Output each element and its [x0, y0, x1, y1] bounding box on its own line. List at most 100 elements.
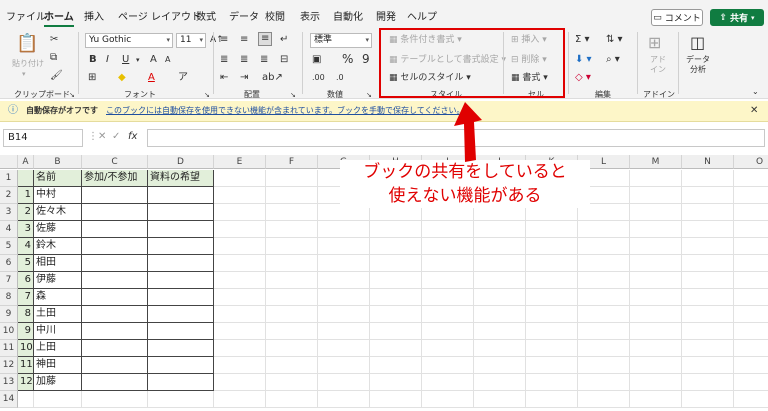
cell[interactable] [82, 391, 148, 408]
name-cell[interactable]: 佐々木 [34, 204, 82, 221]
cell[interactable] [214, 391, 266, 408]
cell[interactable] [82, 204, 148, 221]
cell[interactable] [682, 340, 734, 357]
addin-icon[interactable]: ⊞ [648, 34, 661, 52]
decrease-font-size-icon[interactable]: A [165, 54, 170, 66]
cell[interactable] [266, 391, 318, 408]
sort-filter-icon[interactable]: ⇅ ▾ [606, 34, 623, 46]
cell[interactable] [734, 391, 768, 408]
name-cell[interactable]: 神田 [34, 357, 82, 374]
name-cell[interactable]: 佐藤 [34, 221, 82, 238]
cell[interactable] [734, 187, 768, 204]
font-name-select[interactable]: Yu Gothic ▾ [85, 33, 173, 48]
cell[interactable] [370, 289, 422, 306]
cell[interactable] [266, 170, 318, 187]
cell[interactable] [578, 221, 630, 238]
cell[interactable] [682, 221, 734, 238]
cell[interactable] [82, 221, 148, 238]
cell[interactable] [370, 272, 422, 289]
row-header[interactable]: 12 [0, 357, 18, 374]
number-cell[interactable]: 8 [18, 306, 34, 323]
cell[interactable] [318, 255, 370, 272]
cell[interactable] [630, 306, 682, 323]
cell[interactable] [682, 357, 734, 374]
comma-icon[interactable]: 9 [362, 53, 370, 65]
cell[interactable] [422, 391, 474, 408]
cell[interactable] [82, 374, 148, 391]
cell[interactable] [526, 340, 578, 357]
column-header[interactable]: D [148, 155, 214, 169]
cell[interactable] [148, 391, 214, 408]
row-header[interactable]: 6 [0, 255, 18, 272]
cell[interactable] [578, 238, 630, 255]
column-header[interactable]: F [266, 155, 318, 169]
select-all-corner[interactable] [0, 155, 18, 169]
cell[interactable] [318, 357, 370, 374]
number-cell[interactable]: 12 [18, 374, 34, 391]
close-icon[interactable]: ✕ [750, 105, 758, 117]
cell[interactable] [214, 323, 266, 340]
tab-review[interactable]: 校閲 [265, 8, 285, 23]
column-header[interactable]: N [682, 155, 734, 169]
name-cell[interactable]: 鈴木 [34, 238, 82, 255]
column-header[interactable]: M [630, 155, 682, 169]
row-header[interactable]: 4 [0, 221, 18, 238]
font-color-icon[interactable]: A [148, 72, 155, 84]
cell[interactable] [682, 272, 734, 289]
underline-button[interactable]: U [122, 54, 129, 66]
tab-view[interactable]: 表示 [300, 8, 320, 23]
cell[interactable] [422, 221, 474, 238]
cell[interactable] [266, 306, 318, 323]
cell[interactable] [370, 221, 422, 238]
align-right-icon[interactable]: ≣ [260, 54, 268, 66]
number-format-select[interactable]: 標準 ▾ [310, 33, 372, 48]
cell[interactable] [82, 340, 148, 357]
decrease-indent-icon[interactable]: ⇤ [220, 72, 228, 84]
copy-icon[interactable]: ⧉ [50, 52, 57, 64]
cell[interactable] [266, 357, 318, 374]
tab-insert[interactable]: 挿入 [84, 8, 104, 23]
cell[interactable] [474, 255, 526, 272]
cell[interactable] [266, 238, 318, 255]
tab-home[interactable]: ホーム [44, 8, 74, 27]
cell[interactable] [214, 221, 266, 238]
cell[interactable] [734, 306, 768, 323]
cell[interactable] [148, 289, 214, 306]
cell[interactable] [474, 221, 526, 238]
cell[interactable] [148, 272, 214, 289]
format-painter-icon[interactable]: 🖌 [50, 70, 63, 82]
increase-indent-icon[interactable]: ⇥ [240, 72, 248, 84]
align-bottom-icon[interactable]: ≡ [258, 32, 273, 46]
cell[interactable] [82, 357, 148, 374]
row-header[interactable]: 10 [0, 323, 18, 340]
cell[interactable] [266, 204, 318, 221]
cell[interactable] [148, 238, 214, 255]
cell[interactable] [148, 306, 214, 323]
column-header[interactable]: A [18, 155, 34, 169]
fill-icon[interactable]: ⬇ ▾ [575, 54, 592, 66]
cell[interactable] [370, 238, 422, 255]
orientation-icon[interactable]: ab↗ [262, 72, 283, 84]
header-cell[interactable]: 参加/不参加 [82, 170, 148, 187]
cell[interactable] [578, 289, 630, 306]
cell[interactable] [630, 187, 682, 204]
wrap-text-icon[interactable]: ↵ [280, 34, 288, 46]
name-cell[interactable]: 中川 [34, 323, 82, 340]
cell[interactable] [526, 323, 578, 340]
cell[interactable] [82, 238, 148, 255]
number-cell[interactable]: 1 [18, 187, 34, 204]
currency-icon[interactable]: ▣ [312, 54, 321, 66]
cell[interactable] [214, 272, 266, 289]
cell[interactable] [734, 170, 768, 187]
cell[interactable] [82, 323, 148, 340]
increase-font-size-icon[interactable]: A [150, 54, 157, 66]
align-center-icon[interactable]: ≣ [240, 54, 248, 66]
header-cell[interactable]: 資料の希望 [148, 170, 214, 187]
find-icon[interactable]: ⌕ ▾ [606, 54, 620, 66]
tab-help[interactable]: ヘルプ [407, 8, 437, 23]
cell[interactable] [370, 374, 422, 391]
cell[interactable] [630, 170, 682, 187]
cell[interactable] [82, 272, 148, 289]
cell[interactable] [266, 323, 318, 340]
cell[interactable] [148, 187, 214, 204]
